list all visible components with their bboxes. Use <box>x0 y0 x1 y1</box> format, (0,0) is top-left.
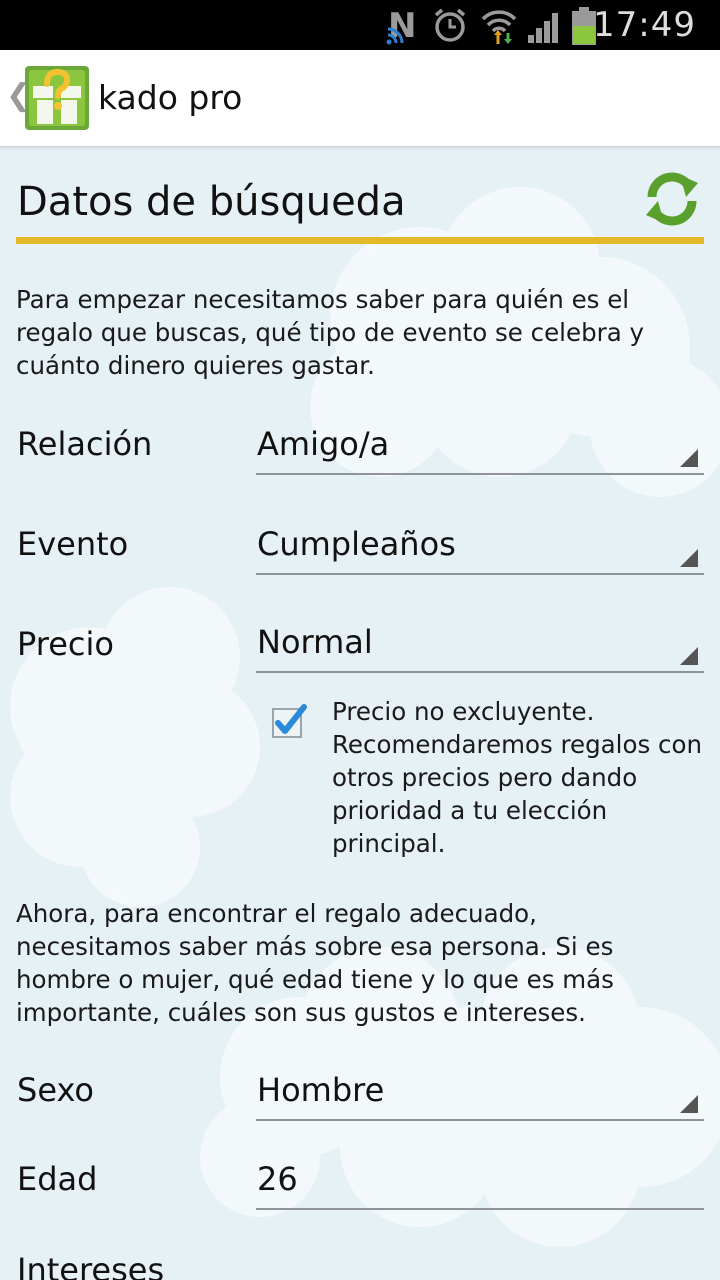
n-notification-icon: N <box>386 0 422 50</box>
alarm-clock-icon <box>432 0 468 50</box>
relacion-value: Amigo/a <box>257 425 390 463</box>
evento-label: Evento <box>17 525 129 563</box>
refresh-icon[interactable] <box>640 167 704 231</box>
app-title: kado pro <box>98 78 243 117</box>
precio-no-excluyente-label: Precio no excluyente. Recomendaremos reg… <box>332 697 703 858</box>
clock-time: 17:49 <box>593 5 696 45</box>
section-title: Datos de búsqueda <box>17 179 406 225</box>
sexo-value: Hombre <box>257 1071 385 1109</box>
sexo-spinner[interactable]: Hombre <box>256 1063 704 1121</box>
sexo-label: Sexo <box>17 1071 94 1109</box>
precio-value: Normal <box>257 623 373 661</box>
edad-input[interactable]: 26 <box>256 1152 704 1210</box>
wifi-icon <box>480 0 518 50</box>
precio-spinner[interactable]: Normal <box>256 615 704 673</box>
dropdown-arrow-icon <box>680 449 698 467</box>
action-bar: ❮ kado pro <box>0 50 720 147</box>
relacion-spinner[interactable]: Amigo/a <box>256 417 704 475</box>
status-bar: N 17:49 <box>0 0 720 50</box>
intereses-label: Intereses <box>17 1251 165 1280</box>
dropdown-arrow-icon <box>680 647 698 665</box>
edad-value: 26 <box>257 1160 298 1198</box>
signal-icon <box>526 0 564 50</box>
dropdown-arrow-icon <box>680 549 698 567</box>
edad-label: Edad <box>17 1160 98 1198</box>
intro-text: Para empezar necesitamos saber para quié… <box>16 285 644 380</box>
evento-spinner[interactable]: Cumpleaños <box>256 517 704 575</box>
relacion-label: Relación <box>17 425 153 463</box>
search-form: Datos de búsqueda Para empezar necesitam… <box>0 147 720 1280</box>
dropdown-arrow-icon <box>680 1095 698 1113</box>
evento-value: Cumpleaños <box>257 525 456 563</box>
title-underline <box>16 237 704 244</box>
gift-question-logo[interactable] <box>25 66 89 130</box>
intro2-text: Ahora, para encontrar el regalo adecuado… <box>16 899 614 1027</box>
precio-label: Precio <box>17 625 114 663</box>
precio-no-excluyente-checkbox[interactable] <box>272 703 307 738</box>
